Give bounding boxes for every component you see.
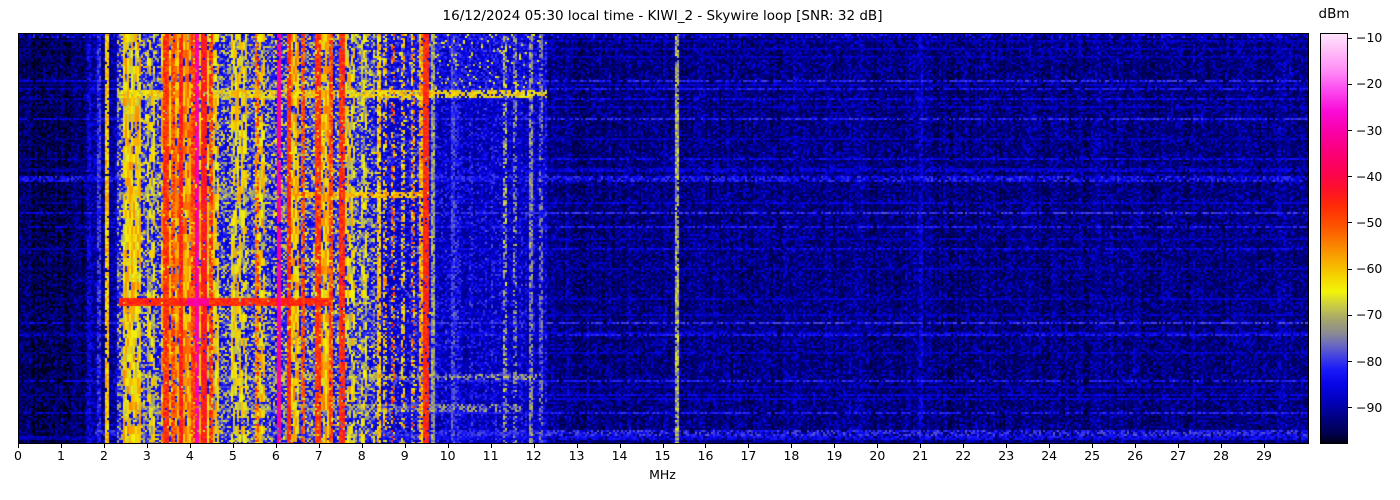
x-tick-label: 2 (99, 448, 108, 463)
x-tick-label: 17 (740, 448, 757, 463)
colorbar-tick (1347, 83, 1352, 85)
x-tick-label: 9 (400, 448, 409, 463)
x-tick-label: 5 (228, 448, 237, 463)
colorbar-tick-label: −90 (1356, 399, 1383, 415)
plot-title: 16/12/2024 05:30 local time - KIWI_2 - S… (442, 8, 883, 24)
spectrogram-figure: 16/12/2024 05:30 local time - KIWI_2 - S… (0, 0, 1400, 500)
x-tick-label: 7 (314, 448, 323, 463)
colorbar-tick (1347, 130, 1352, 132)
colorbar-tick (1347, 176, 1352, 178)
x-tick-label: 28 (1213, 448, 1230, 463)
plot-area (18, 33, 1309, 444)
x-tick-label: 10 (439, 448, 456, 463)
colorbar-tick-label: −20 (1356, 76, 1383, 92)
colorbar-tick-label: −40 (1356, 168, 1383, 184)
x-tick-label: 23 (998, 448, 1015, 463)
x-tick-label: 16 (697, 448, 714, 463)
x-tick-label: 11 (482, 448, 499, 463)
colorbar-tick-label: −70 (1356, 307, 1383, 323)
colorbar-tick-label: −10 (1356, 30, 1383, 46)
x-tick-label: 15 (654, 448, 671, 463)
colorbar-tick-label: −80 (1356, 353, 1383, 369)
colorbar (1320, 33, 1348, 444)
x-tick-label: 19 (826, 448, 843, 463)
x-tick-label: 26 (1127, 448, 1144, 463)
colorbar-tick (1347, 361, 1352, 363)
x-tick-label: 24 (1041, 448, 1058, 463)
colorbar-unit-label: dBm (1318, 6, 1350, 22)
x-tick-label: 1 (56, 448, 65, 463)
x-tick-label: 4 (185, 448, 194, 463)
spectrogram-canvas (19, 34, 1308, 443)
x-tick-label: 6 (271, 448, 280, 463)
x-tick-label: 13 (568, 448, 585, 463)
x-tick-label: 27 (1170, 448, 1187, 463)
colorbar-tick-label: −30 (1356, 122, 1383, 138)
x-tick-label: 8 (357, 448, 366, 463)
x-tick-label: 3 (142, 448, 151, 463)
colorbar-tick (1347, 222, 1352, 224)
x-tick-label: 18 (783, 448, 800, 463)
x-tick-label: 0 (14, 448, 22, 463)
x-tick-label: 12 (525, 448, 542, 463)
colorbar-tick (1347, 314, 1352, 316)
x-axis-label: MHz (649, 467, 676, 482)
x-tick-label: 29 (1256, 448, 1272, 463)
colorbar-tick (1347, 268, 1352, 270)
x-tick-label: 25 (1084, 448, 1101, 463)
x-tick-label: 21 (912, 448, 929, 463)
x-tick-label: 14 (611, 448, 628, 463)
x-tick-label: 20 (869, 448, 886, 463)
colorbar-tick-label: −50 (1356, 214, 1383, 230)
x-tick-label: 22 (955, 448, 972, 463)
colorbar-tick (1347, 37, 1352, 39)
colorbar-tick (1347, 407, 1352, 409)
colorbar-tick-label: −60 (1356, 261, 1383, 277)
